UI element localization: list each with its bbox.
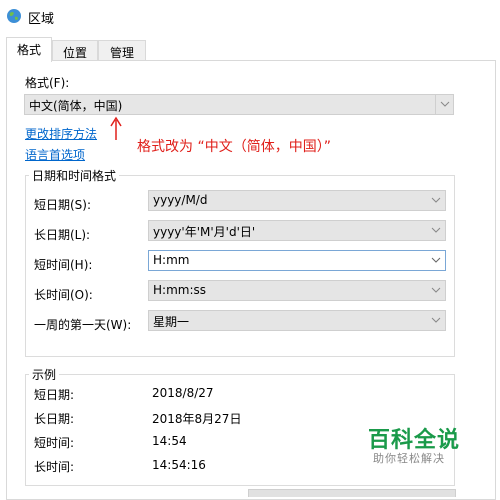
chevron-down-icon xyxy=(427,221,445,240)
first-day-label: 一周的第一天(W): xyxy=(34,318,132,332)
window-title: 区域 xyxy=(28,12,55,27)
short-time-label: 短时间(H): xyxy=(34,258,93,272)
example-short-time-value: 14:54 xyxy=(152,434,187,448)
example-long-date-label: 长日期: xyxy=(34,412,75,426)
datetime-group-title: 日期和时间格式 xyxy=(29,167,120,184)
change-sort-link[interactable]: 更改排序方法 xyxy=(25,125,97,142)
title-bar: 区域 xyxy=(0,0,500,32)
short-date-label: 短日期(S): xyxy=(34,198,92,212)
annotation-text: 格式改为 “中文（简体，中国）” xyxy=(137,139,331,155)
annotation-arrow-icon xyxy=(110,116,122,140)
long-time-value: H:mm:ss xyxy=(153,283,206,297)
tab-location[interactable]: 位置 xyxy=(52,40,98,61)
first-day-select[interactable]: 星期一 xyxy=(148,310,446,331)
short-time-select[interactable]: H:mm xyxy=(148,250,446,271)
long-date-value: yyyy'年'M'月'd'日' xyxy=(153,225,256,239)
globe-icon xyxy=(6,8,22,24)
example-long-date-value: 2018年8月27日 xyxy=(152,412,242,426)
chevron-down-icon xyxy=(427,191,445,210)
long-date-select[interactable]: yyyy'年'M'月'd'日' xyxy=(148,220,446,241)
format-select[interactable]: 中文(简体，中国) xyxy=(24,94,454,115)
tab-admin[interactable]: 管理 xyxy=(98,40,146,61)
chevron-down-icon xyxy=(435,95,453,114)
chevron-down-icon xyxy=(427,281,445,300)
chevron-down-icon xyxy=(427,311,445,330)
additional-settings-button[interactable] xyxy=(248,489,456,497)
example-short-date-value: 2018/8/27 xyxy=(152,386,214,400)
example-long-time-label: 长时间: xyxy=(34,460,75,474)
example-short-time-label: 短时间: xyxy=(34,436,75,450)
format-label: 格式(F): xyxy=(25,76,70,90)
example-short-date-label: 短日期: xyxy=(34,388,75,402)
tab-format[interactable]: 格式 xyxy=(6,37,52,62)
format-select-value: 中文(简体，中国) xyxy=(29,99,123,113)
short-date-select[interactable]: yyyy/M/d xyxy=(148,190,446,211)
long-time-label: 长时间(O): xyxy=(34,288,93,302)
first-day-value: 星期一 xyxy=(153,315,190,329)
language-preferences-link[interactable]: 语言首选项 xyxy=(25,146,85,163)
watermark-subtitle: 助你轻松解决 xyxy=(373,452,445,465)
example-long-time-value: 14:54:16 xyxy=(152,458,206,472)
examples-group-title: 示例 xyxy=(29,366,60,383)
short-time-value: H:mm xyxy=(153,253,190,267)
long-time-select[interactable]: H:mm:ss xyxy=(148,280,446,301)
chevron-down-icon xyxy=(427,251,445,270)
long-date-label: 长日期(L): xyxy=(34,228,91,242)
short-date-value: yyyy/M/d xyxy=(153,193,208,207)
